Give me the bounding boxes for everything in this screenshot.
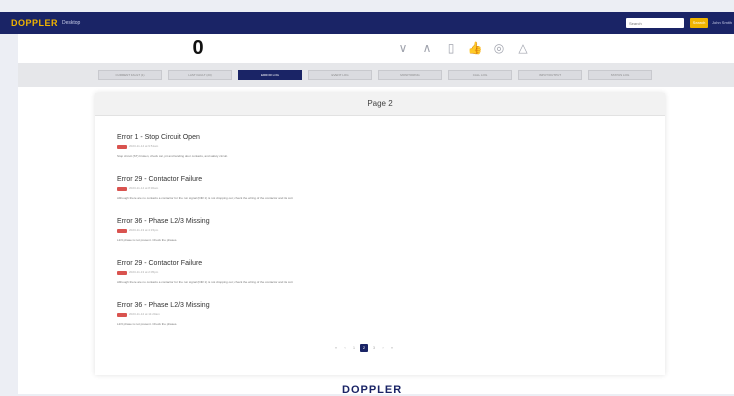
page-last[interactable]: » (389, 344, 395, 352)
search-input[interactable] (626, 18, 684, 28)
pagination: « ‹ 1 2 3 › » (333, 344, 395, 352)
error-item: Error 29 - Contactor Failure 2023-11-14 … (117, 175, 647, 217)
error-title: Error 1 - Stop Circuit Open (117, 134, 200, 141)
error-description: L2/3 phase is not present. Check the pha… (117, 238, 178, 242)
page-2[interactable]: 2 (360, 344, 368, 352)
error-badge (117, 312, 127, 317)
error-item: Error 1 - Stop Circuit Open 2023-11-14 a… (117, 133, 647, 175)
error-date: 2023-11-13 at 2:05pm (129, 270, 159, 275)
tab-event-log[interactable]: EVENT LOG (308, 70, 372, 80)
page-prev[interactable]: ‹ (342, 344, 348, 352)
tab-last-fault[interactable]: LAST FAULT (20) (168, 70, 232, 80)
tab-monitoring[interactable]: MONITORING (378, 70, 442, 80)
tab-input-output[interactable]: INPUT/OUTPUT (518, 70, 582, 80)
brand-logo[interactable]: DOPPLER (11, 17, 58, 29)
error-description: L2/3 phase is not present. Check the pha… (117, 322, 178, 326)
user-link[interactable]: John Smith (712, 18, 732, 28)
error-description: Although there are no contacts a contact… (117, 280, 294, 284)
document-icon[interactable]: ▯ (443, 40, 459, 56)
error-title: Error 36 - Phase L2/3 Missing (117, 302, 210, 309)
error-title: Error 29 - Contactor Failure (117, 260, 203, 267)
error-badge (117, 186, 127, 191)
page-3[interactable]: 3 (371, 344, 377, 352)
error-description: Stop circuit (ST) broken, check car, pit… (117, 154, 228, 158)
chevron-up-icon[interactable]: ∧ (419, 40, 435, 56)
top-app-bar: DOPPLER Desktop Search John Smith (0, 12, 734, 34)
unit-counter: 0 (192, 37, 204, 59)
error-date: 2023-11-14 at 8:30am (129, 186, 159, 191)
error-item: Error 36 - Phase L2/3 Missing 2023-11-13… (117, 217, 647, 259)
thumbs-up-icon[interactable]: 👍 (467, 40, 483, 56)
error-date: 2023-11-14 at 9:51am (129, 144, 159, 149)
error-log-card: Page 2 Error 1 - Stop Circuit Open 2023-… (95, 93, 665, 375)
error-item: Error 29 - Contactor Failure 2023-11-13 … (117, 259, 647, 301)
search-button[interactable]: Search (690, 18, 708, 28)
error-title: Error 29 - Contactor Failure (117, 176, 203, 183)
error-date: 2023-11-13 at 4:15pm (129, 228, 159, 233)
error-title: Error 36 - Phase L2/3 Missing (117, 218, 210, 225)
error-list: Error 1 - Stop Circuit Open 2023-11-14 a… (117, 133, 647, 343)
page-next[interactable]: › (380, 344, 386, 352)
error-badge (117, 270, 127, 275)
chevron-down-icon[interactable]: ∨ (395, 40, 411, 56)
tab-current-fault[interactable]: CURRENT FAULT (1) (98, 70, 162, 80)
toolbar-icons: ∨ ∧ ▯ 👍 ◎ △ (395, 40, 531, 56)
page-1[interactable]: 1 (351, 344, 357, 352)
page-title: Page 2 (95, 93, 665, 116)
tab-status-log[interactable]: STATUS LOG (588, 70, 652, 80)
footer-logo: DOPPLER (342, 384, 403, 396)
page-first[interactable]: « (333, 344, 339, 352)
tab-call-log[interactable]: CALL LOG (448, 70, 512, 80)
error-date: 2023-11-12 at 11:20am (129, 312, 160, 317)
error-item: Error 36 - Phase L2/3 Missing 2023-11-12… (117, 301, 647, 343)
error-badge (117, 144, 127, 149)
tabs: CURRENT FAULT (1) LAST FAULT (20) ERROR … (98, 70, 652, 80)
bell-icon[interactable]: △ (515, 40, 531, 56)
topbar-subtitle[interactable]: Desktop (62, 18, 80, 28)
error-description: Although there are no contacts a contact… (117, 196, 294, 200)
tab-error-log[interactable]: ERROR LOG (238, 70, 302, 80)
clock-icon[interactable]: ◎ (491, 40, 507, 56)
error-badge (117, 228, 127, 233)
